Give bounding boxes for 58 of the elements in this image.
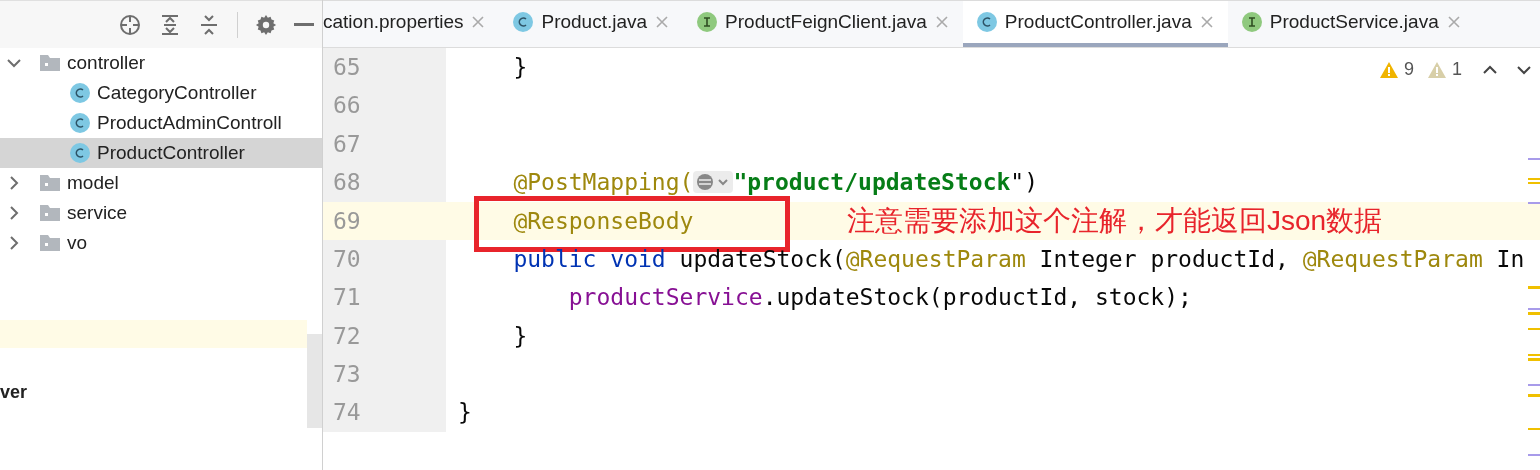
line-number: 68: [333, 168, 362, 198]
previous-icon[interactable]: [1482, 64, 1498, 75]
tree-item[interactable]: ProductAdminControll: [97, 108, 282, 138]
chevron-down-icon[interactable]: [7, 58, 21, 68]
code-line: @PostMapping( "product/updateStock"): [512, 168, 1039, 198]
locate-icon[interactable]: [118, 12, 142, 37]
line-number: 67: [333, 129, 362, 159]
tree-item[interactable]: ProductController: [97, 138, 245, 168]
line-number: 65: [333, 52, 362, 82]
editor-tab[interactable]: Product.java: [499, 1, 684, 47]
code-line: @ResponseBody: [512, 206, 694, 236]
class-icon: [513, 12, 534, 32]
expand-all-icon[interactable]: [159, 12, 181, 37]
editor-tab[interactable]: ProductFeignClient.java: [683, 1, 963, 47]
tree-item[interactable]: vo: [67, 228, 88, 258]
folder-icon: [40, 55, 60, 71]
code-line: public void updateStock(@RequestParam Integer productId, @RequestParam In: [512, 244, 1525, 274]
interface-icon: [697, 12, 718, 32]
class-icon: [70, 143, 90, 163]
folder-icon: [40, 235, 60, 251]
scrollbar[interactable]: [307, 334, 322, 428]
interface-icon: [1241, 12, 1262, 32]
editor-tab[interactable]: ProductService.java: [1227, 1, 1475, 47]
class-icon: [70, 113, 90, 133]
line-number: 74: [333, 398, 362, 428]
tree-item[interactable]: model: [67, 168, 119, 198]
tree-item[interactable]: service: [67, 198, 128, 228]
line-number: 69: [333, 206, 362, 236]
chevron-right-icon[interactable]: [9, 206, 19, 220]
tree-item[interactable]: CategoryController: [97, 78, 257, 108]
folder-icon: [40, 175, 60, 191]
next-icon[interactable]: [1516, 64, 1532, 75]
code-line: }: [512, 321, 528, 351]
line-number: 73: [333, 360, 362, 390]
selected-row[interactable]: ProductController: [0, 138, 322, 168]
editor-tab[interactable]: cation.properties: [323, 1, 500, 47]
weak-warning-count: 1: [1452, 58, 1462, 81]
globe-inlay-icon[interactable]: [693, 171, 734, 194]
collapse-all-icon[interactable]: [198, 12, 220, 37]
annotation-note: 注意需要添加这个注解，才能返回Json数据: [847, 203, 1383, 238]
tree-label: ver: [0, 381, 28, 404]
warning-count: 9: [1403, 58, 1414, 81]
line-number: 66: [333, 91, 362, 121]
folder-icon: [40, 205, 60, 221]
line-number: 70: [333, 244, 362, 274]
settings-icon[interactable]: [255, 13, 277, 36]
class-icon: [976, 12, 997, 32]
tree-item[interactable]: controller: [67, 48, 146, 78]
chevron-right-icon[interactable]: [9, 236, 19, 250]
minimize-icon[interactable]: [294, 22, 314, 27]
code-line: }: [512, 52, 528, 82]
code-line: productService.updateStock(productId, stock);: [567, 283, 1192, 313]
editor-tab[interactable]: ProductController.java: [962, 1, 1228, 47]
chevron-right-icon[interactable]: [9, 176, 19, 190]
class-icon: [70, 83, 90, 103]
line-number: 71: [333, 283, 362, 313]
code-line: }: [457, 398, 472, 428]
line-number: 72: [333, 321, 362, 351]
